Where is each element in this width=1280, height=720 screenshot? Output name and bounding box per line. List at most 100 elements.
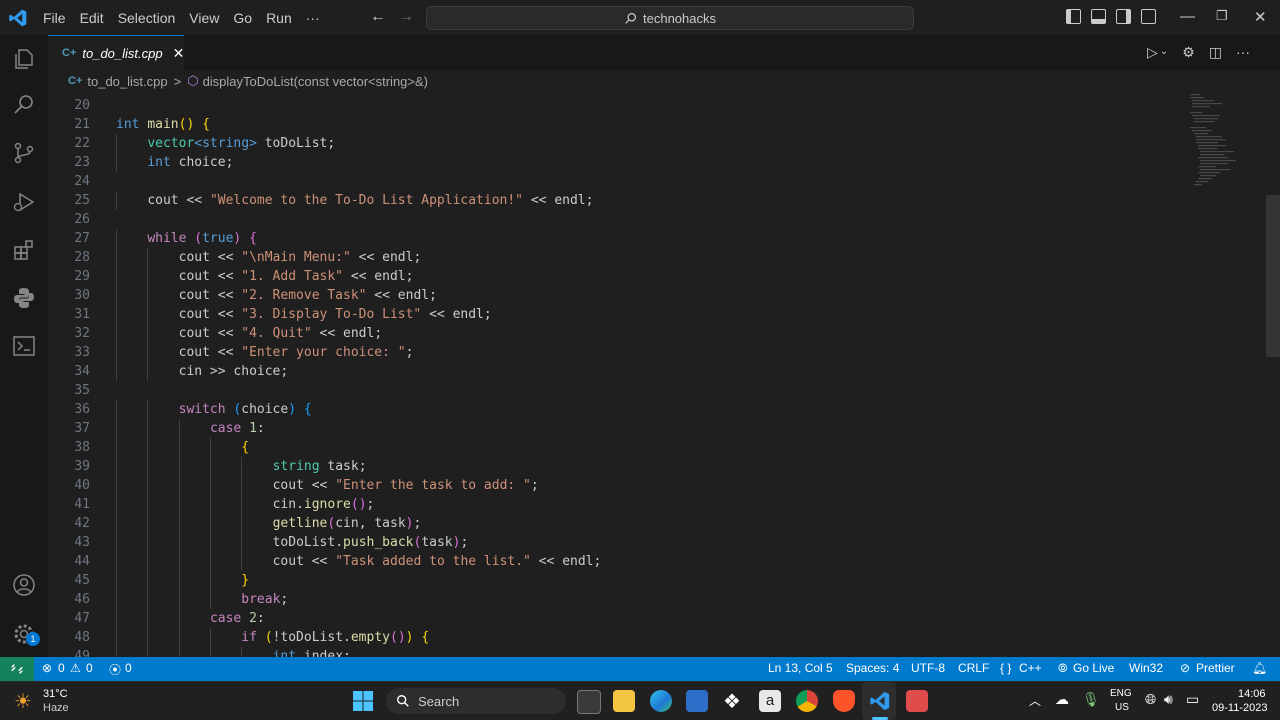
ports-count[interactable]: 0 — [125, 661, 132, 675]
editor-scrollbar[interactable] — [1266, 195, 1280, 357]
code-line[interactable]: 30 cout << "2. Remove Task" << endl; — [48, 286, 1188, 305]
chrome-icon[interactable] — [796, 690, 818, 712]
language-mode[interactable]: C++ — [1019, 661, 1042, 675]
run-dropdown-chevron-icon[interactable]: ⌄ — [1160, 46, 1168, 61]
source-control-icon[interactable] — [12, 141, 36, 165]
code-line[interactable]: 36 switch (choice) { — [48, 400, 1188, 419]
restore-icon[interactable]: ❐ — [1216, 8, 1228, 24]
network-globe-icon[interactable]: 🌐︎ — [1145, 691, 1156, 708]
remote-indicator[interactable] — [0, 657, 34, 681]
code-line[interactable]: 48 if (!toDoList.empty()) { — [48, 628, 1188, 647]
code-line[interactable]: 32 cout << "4. Quit" << endl; — [48, 324, 1188, 343]
code-line[interactable]: 44 cout << "Task added to the list." << e… — [48, 552, 1188, 571]
menu-item-6[interactable]: ··· — [299, 10, 327, 26]
dropbox-icon[interactable]: ❖ — [723, 689, 741, 714]
code-line[interactable]: 26 — [48, 210, 1188, 229]
file-explorer-icon[interactable] — [613, 690, 635, 712]
python-icon[interactable] — [12, 286, 36, 310]
code-line[interactable]: 34 cin >> choice; — [48, 362, 1188, 381]
weather-desc[interactable]: Haze — [43, 702, 69, 714]
platform[interactable]: Win32 — [1129, 661, 1163, 675]
search-view-icon[interactable] — [12, 93, 36, 117]
menu-item-2[interactable]: Selection — [111, 10, 183, 26]
amazon-icon[interactable]: a — [759, 690, 781, 712]
toggle-sidebar-icon[interactable] — [1066, 9, 1081, 24]
encoding[interactable]: UTF-8 — [911, 661, 945, 675]
terminal-icon[interactable] — [12, 334, 36, 358]
edge-browser-icon[interactable] — [650, 690, 672, 712]
warning-count[interactable]: 0 — [86, 661, 93, 675]
golive-icon[interactable]: ⦾ — [1058, 661, 1068, 676]
brave-browser-icon[interactable] — [833, 690, 855, 712]
vscode-taskbar-icon[interactable] — [869, 690, 891, 712]
notifications-bell-icon[interactable]: 🔔︎ — [1252, 661, 1267, 675]
onedrive-icon[interactable]: ☁ — [1055, 691, 1069, 708]
run-icon[interactable]: ▷ — [1147, 44, 1158, 61]
prettier-icon[interactable]: ⊘ — [1180, 661, 1190, 675]
weather-temp[interactable]: 31°C — [43, 688, 68, 700]
menu-item-3[interactable]: View — [182, 10, 226, 26]
tab-to-do-list-cpp[interactable]: C+ to_do_list.cpp ✕ — [48, 35, 184, 70]
indentation[interactable]: Spaces: 4 — [846, 661, 899, 675]
code-line[interactable]: 33 cout << "Enter your choice: "; — [48, 343, 1188, 362]
code-editor[interactable]: 20 21 int main() {22 vector<string> toDoLis… — [48, 92, 1280, 657]
code-line[interactable]: 49 int index; — [48, 647, 1188, 657]
minimap[interactable] — [1188, 92, 1248, 202]
explorer-icon[interactable] — [12, 47, 36, 71]
code-line[interactable]: 43 toDoList.push_back(task); — [48, 533, 1188, 552]
settings-gear-icon[interactable]: ⚙ — [1182, 44, 1195, 61]
go-live-button[interactable]: Go Live — [1073, 661, 1114, 675]
code-line[interactable]: 38 { — [48, 438, 1188, 457]
menu-item-1[interactable]: Edit — [73, 10, 111, 26]
task-view-icon[interactable] — [577, 690, 601, 714]
microsoft-store-icon[interactable] — [686, 690, 708, 712]
prettier-button[interactable]: Prettier — [1196, 661, 1235, 675]
extensions-icon[interactable] — [12, 238, 36, 262]
code-line[interactable]: 22 vector<string> toDoList; — [48, 134, 1188, 153]
minimize-icon[interactable]: — — [1180, 8, 1195, 25]
line-ending[interactable]: CRLF — [958, 661, 989, 675]
back-arrow-icon[interactable]: ← — [370, 8, 386, 26]
customize-layout-icon[interactable] — [1141, 9, 1156, 24]
code-line[interactable]: 21 int main() { — [48, 115, 1188, 134]
show-hidden-icons-chevron-icon[interactable]: ︿ — [1029, 692, 1041, 709]
menu-item-0[interactable]: File — [36, 10, 73, 26]
run-debug-icon[interactable] — [12, 190, 36, 214]
command-center[interactable]: technohacks — [426, 6, 914, 30]
code-line[interactable]: 46 break; — [48, 590, 1188, 609]
menu-item-5[interactable]: Run — [259, 10, 299, 26]
code-line[interactable]: 27 while (true) { — [48, 229, 1188, 248]
windows-start-icon[interactable] — [352, 690, 374, 712]
code-line[interactable]: 40 cout << "Enter the task to add: "; — [48, 476, 1188, 495]
weather-haze-icon[interactable]: ☀ — [14, 689, 32, 714]
taskbar-search[interactable]: Search — [386, 688, 566, 714]
code-line[interactable]: 23 int choice; — [48, 153, 1188, 172]
battery-icon[interactable]: ▭ — [1186, 691, 1199, 708]
code-line[interactable]: 39 string task; — [48, 457, 1188, 476]
microphone-icon[interactable]: 🎙︎ — [1082, 691, 1100, 708]
warning-icon[interactable]: ⚠ — [70, 661, 81, 675]
breadcrumb-file[interactable]: to_do_list.cpp — [87, 74, 167, 89]
split-editor-icon[interactable]: ◫ — [1209, 44, 1222, 61]
breadcrumb-symbol[interactable]: displayToDoList(const vector<string>&) — [203, 74, 428, 89]
forward-arrow-icon[interactable]: → — [398, 8, 414, 26]
language-top[interactable]: ENG — [1110, 688, 1132, 699]
code-line[interactable]: 37 case 1: — [48, 419, 1188, 438]
errors-icon[interactable]: ⊗ — [42, 661, 52, 675]
code-line[interactable]: 41 cin.ignore(); — [48, 495, 1188, 514]
language-bottom[interactable]: US — [1115, 702, 1129, 713]
toggle-panel-icon[interactable] — [1091, 9, 1106, 24]
code-line[interactable]: 20 — [48, 96, 1188, 115]
code-line[interactable]: 24 — [48, 172, 1188, 191]
cursor-position[interactable]: Ln 13, Col 5 — [768, 661, 833, 675]
code-line[interactable]: 31 cout << "3. Display To-Do List" << end… — [48, 305, 1188, 324]
code-line[interactable]: 28 cout << "\nMain Menu:" << endl; — [48, 248, 1188, 267]
code-line[interactable]: 35 — [48, 381, 1188, 400]
volume-icon[interactable]: 🔊︎ — [1164, 691, 1173, 708]
clock-time[interactable]: 14:06 — [1238, 688, 1266, 700]
toggle-secondary-sidebar-icon[interactable] — [1116, 9, 1131, 24]
code-line[interactable]: 25 cout << "Welcome to the To-Do List App… — [48, 191, 1188, 210]
close-window-icon[interactable]: ✕ — [1254, 8, 1267, 26]
clock-date[interactable]: 09-11-2023 — [1212, 702, 1267, 714]
menu-item-4[interactable]: Go — [226, 10, 259, 26]
